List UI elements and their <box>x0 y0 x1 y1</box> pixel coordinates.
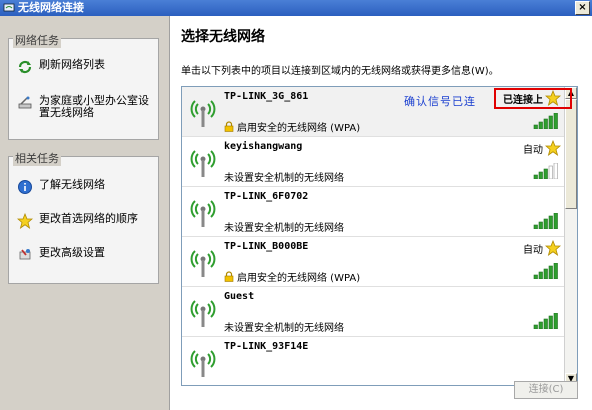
network-ssid: TP-LINK_3G_861 <box>224 91 309 102</box>
settings-icon <box>19 249 31 260</box>
network-list[interactable]: TP-LINK_93F14E Guest 未设置安全机制的无线网络 TP-LINK… <box>181 86 578 386</box>
security-label: 启用安全的无线网络 (WPA) <box>237 123 361 134</box>
network-tasks-header: 网络任务 <box>13 32 61 48</box>
annotation-text: 确认信号已连 <box>404 95 476 108</box>
task-label: 更改高级设置 <box>39 246 105 259</box>
task-setup-network[interactable]: 为家庭或小型办公室设置无线网络 <box>17 95 157 119</box>
wireless-signal-icon <box>190 150 216 177</box>
network-security: 启用安全的无线网络 (WPA) <box>224 269 360 284</box>
related-tasks-group: 相关任务 了解无线网络 更改首选网络的顺序 更改高级设置 <box>8 150 159 284</box>
task-pane: 网络任务 刷新网络列表 为家庭或小型办公室设置无线网络 相关任务 了解无线网络 … <box>0 16 170 410</box>
network-status: 自动 <box>523 245 543 256</box>
related-tasks-header: 相关任务 <box>13 150 61 166</box>
wireless-network-icon <box>3 3 15 12</box>
security-label: 未设置安全机制的无线网络 <box>224 323 344 334</box>
network-status: 自动 <box>523 145 543 156</box>
security-label: 启用安全的无线网络 (WPA) <box>237 273 361 284</box>
list-separator <box>182 286 565 287</box>
window-title: 无线网络连接 <box>18 1 84 14</box>
connect-button[interactable]: 连接(C) <box>514 381 578 399</box>
network-item[interactable]: TP-LINK_B000BE 自动启用安全的无线网络 (WPA) <box>182 237 565 286</box>
info-icon <box>18 180 32 194</box>
network-security: 未设置安全机制的无线网络 <box>224 219 344 234</box>
wireless-signal-icon <box>190 300 216 327</box>
scroll-thumb[interactable] <box>565 99 577 209</box>
task-label: 了解无线网络 <box>39 178 105 191</box>
preferred-star-icon <box>545 140 561 156</box>
network-item[interactable]: keyishangwang 自动未设置安全机制的无线网络 <box>182 137 565 186</box>
network-tasks-group: 网络任务 刷新网络列表 为家庭或小型办公室设置无线网络 <box>8 32 159 140</box>
page-title: 选择无线网络 <box>181 29 265 45</box>
star-icon <box>17 213 33 229</box>
network-security: 启用安全的无线网络 (WPA) <box>224 119 360 134</box>
signal-strength-icon <box>533 163 558 179</box>
wireless-signal-icon <box>190 250 216 277</box>
page-description: 单击以下列表中的项目以连接到区域内的无线网络或获得更多信息(W)。 <box>181 66 499 77</box>
main-pane: 选择无线网络 单击以下列表中的项目以连接到区域内的无线网络或获得更多信息(W)。… <box>171 16 592 410</box>
task-refresh-list[interactable]: 刷新网络列表 <box>17 59 105 75</box>
task-learn-wireless[interactable]: 了解无线网络 <box>17 179 105 195</box>
network-ssid: keyishangwang <box>224 141 303 152</box>
list-separator <box>182 136 565 137</box>
lock-icon <box>224 271 234 282</box>
title-bar: 无线网络连接 × <box>0 0 592 16</box>
network-ssid: Guest <box>224 291 255 302</box>
setup-wizard-icon <box>18 96 32 109</box>
vertical-scrollbar[interactable]: ▲ ▼ <box>564 87 577 385</box>
network-item[interactable]: TP-LINK_93F14E <box>182 337 565 385</box>
network-ssid: TP-LINK_93F14E <box>224 341 309 352</box>
wireless-signal-icon <box>190 200 216 227</box>
network-security: 未设置安全机制的无线网络 <box>224 169 344 184</box>
list-separator <box>182 186 565 187</box>
wireless-signal-icon <box>190 350 216 377</box>
network-item[interactable]: Guest 未设置安全机制的无线网络 <box>182 287 565 336</box>
network-ssid: TP-LINK_6F0702 <box>224 191 309 202</box>
task-advanced-settings[interactable]: 更改高级设置 <box>17 247 105 263</box>
network-security: 未设置安全机制的无线网络 <box>224 319 344 334</box>
task-label: 刷新网络列表 <box>39 58 105 71</box>
network-item[interactable]: TP-LINK_6F0702 未设置安全机制的无线网络 <box>182 187 565 236</box>
security-label: 未设置安全机制的无线网络 <box>224 173 344 184</box>
wireless-signal-icon <box>190 100 216 127</box>
task-label: 更改首选网络的顺序 <box>39 212 138 225</box>
task-label: 为家庭或小型办公室设置无线网络 <box>39 94 149 119</box>
network-ssid: TP-LINK_B000BE <box>224 241 309 252</box>
list-separator <box>182 236 565 237</box>
security-label: 未设置安全机制的无线网络 <box>224 223 344 234</box>
list-separator <box>182 336 565 337</box>
signal-strength-icon <box>533 213 558 229</box>
preferred-star-icon <box>545 240 561 256</box>
connected-highlight-box <box>494 88 572 109</box>
signal-strength-icon <box>533 313 558 329</box>
signal-strength-icon <box>533 263 558 279</box>
close-button[interactable]: × <box>575 1 590 15</box>
refresh-icon <box>18 60 32 74</box>
task-change-order[interactable]: 更改首选网络的顺序 <box>17 213 138 229</box>
lock-icon <box>224 121 234 132</box>
signal-strength-icon <box>533 113 558 129</box>
